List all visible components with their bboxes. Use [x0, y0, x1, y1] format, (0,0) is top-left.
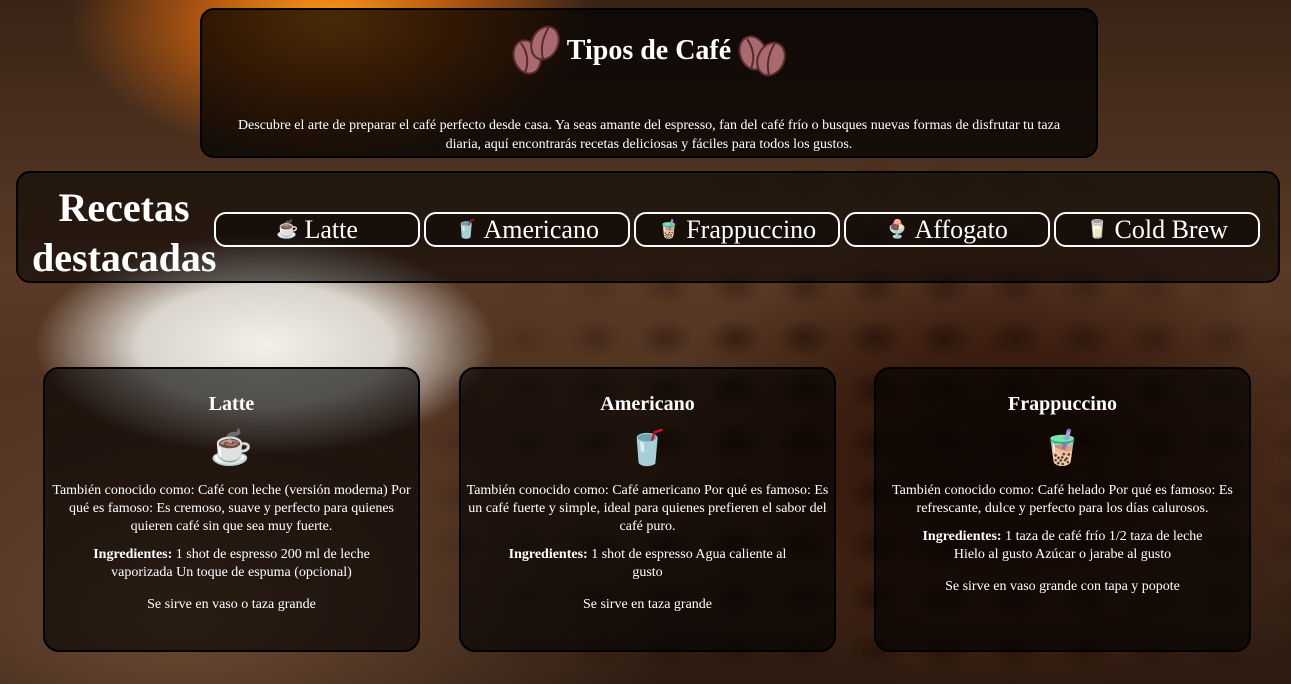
- page-header: Tipos de Café Descubre el arte de prepar…: [200, 8, 1098, 158]
- ingredients-label: Ingredientes:: [508, 547, 588, 562]
- recipe-card-frappuccino: Frappuccino 🧋 También conocido como: Caf…: [874, 367, 1251, 652]
- page-title: Tipos de Café: [566, 35, 732, 66]
- coffee-beans-icon: [738, 35, 786, 77]
- card-title: Frappuccino: [1008, 393, 1117, 415]
- card-description: También conocido como: Café helado Por q…: [892, 483, 1233, 516]
- featured-recipes-nav: Recetas destacadas ☕ Latte 🥤 Americano 🧋…: [16, 171, 1280, 283]
- nav-button-label: Cold Brew: [1114, 214, 1228, 244]
- card-ingredients: Ingredientes: 1 shot de espresso Agua ca…: [465, 546, 830, 582]
- nav-button-cold-brew[interactable]: 🥛 Cold Brew: [1054, 212, 1260, 247]
- intro-text: Descubre el arte de preparar el café per…: [237, 118, 1061, 152]
- nav-button-americano[interactable]: 🥤 Americano: [424, 212, 630, 247]
- americano-icon: 🥤: [455, 219, 478, 239]
- card-ingredients: Ingredientes: 1 shot de espresso 200 ml …: [49, 546, 414, 582]
- nav-button-latte[interactable]: ☕ Latte: [214, 212, 420, 247]
- frappuccino-icon: 🧋: [1041, 430, 1084, 467]
- ingredients-label: Ingredientes:: [93, 547, 173, 562]
- nav-title: Recetas destacadas: [32, 185, 217, 280]
- title-row: Tipos de Café: [202, 20, 1096, 82]
- card-title: Latte: [208, 393, 255, 415]
- nav-button-label: Frappuccino: [686, 214, 817, 244]
- nav-button-frappuccino[interactable]: 🧋 Frappuccino: [634, 212, 840, 247]
- nav-button-label: Affogato: [914, 214, 1008, 244]
- latte-icon: ☕: [210, 430, 253, 467]
- cold-brew-icon: 🥛: [1086, 219, 1109, 239]
- card-description: También conocido como: Café con leche (v…: [52, 483, 411, 534]
- coffee-beans-icon: [512, 25, 560, 75]
- card-serving: Se sirve en taza grande: [582, 597, 713, 612]
- ingredients-label: Ingredientes:: [922, 529, 1002, 544]
- nav-button-label: Americano: [483, 214, 599, 244]
- card-serving: Se sirve en vaso o taza grande: [147, 597, 316, 612]
- card-description: También conocido como: Café americano Po…: [466, 483, 829, 534]
- card-serving: Se sirve en vaso grande con tapa y popot…: [945, 579, 1180, 594]
- americano-icon: 🥤: [626, 430, 669, 467]
- frappuccino-icon: 🧋: [657, 219, 681, 239]
- nav-button-label: Latte: [304, 214, 358, 244]
- card-title: Americano: [600, 393, 695, 415]
- nav-button-affogato[interactable]: 🍨 Affogato: [844, 212, 1050, 247]
- affogato-icon: 🍨: [886, 219, 909, 239]
- ingredients-list: 1 shot de espresso Agua caliente al gust…: [587, 547, 787, 580]
- latte-icon: ☕: [276, 219, 299, 239]
- recipe-card-americano: Americano 🥤 También conocido como: Café …: [459, 367, 836, 652]
- recipe-card-latte: Latte ☕ También conocido como: Café con …: [43, 367, 420, 652]
- card-ingredients: Ingredientes: 1 taza de café frío 1/2 ta…: [880, 528, 1245, 564]
